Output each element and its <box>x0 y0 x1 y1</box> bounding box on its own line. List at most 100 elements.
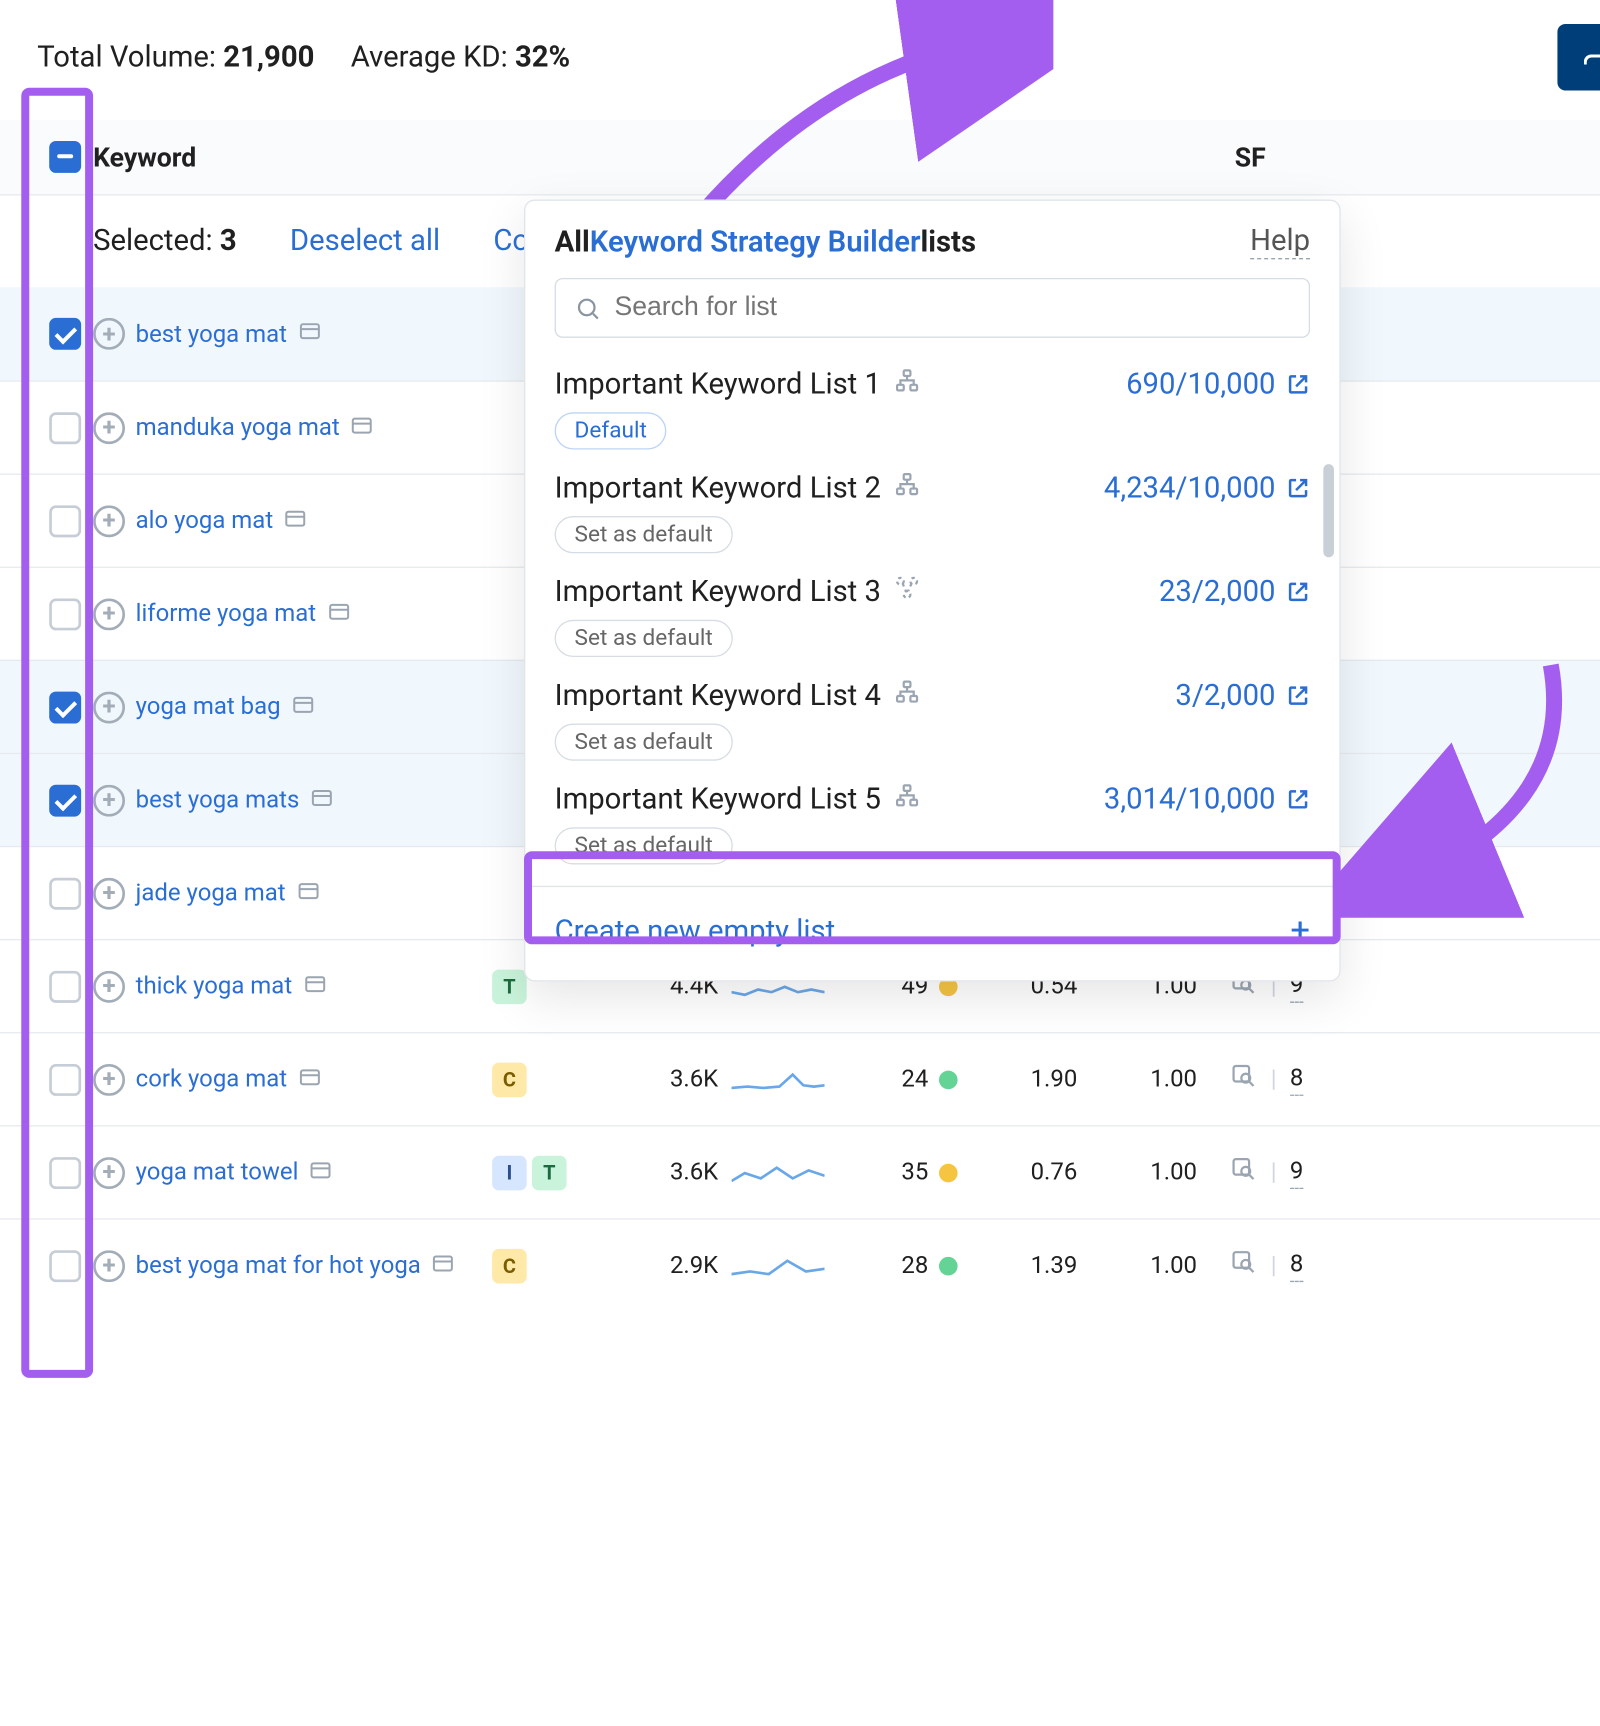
serp-features-icon[interactable] <box>431 1250 455 1282</box>
results-value: 5.3M <box>1303 879 1600 907</box>
keyword-link[interactable]: best yoga mats <box>136 786 300 814</box>
serp-search-icon[interactable] <box>1231 1063 1258 1096</box>
list-item[interactable]: Important Keyword List 2 4,234/10,000 Se… <box>525 458 1339 562</box>
serp-features-icon[interactable] <box>298 318 322 350</box>
serp-features-icon[interactable] <box>284 505 308 537</box>
serp-search-icon[interactable] <box>1231 1249 1258 1282</box>
open-external-icon <box>1286 580 1310 604</box>
hierarchy-icon <box>894 471 921 506</box>
results-value: 174M <box>1303 320 1600 348</box>
serp-features-icon[interactable] <box>298 1063 322 1095</box>
total-volume: Total Volume: 21,900 Average KD: 32% <box>37 41 570 74</box>
expand-row-icon[interactable]: + <box>93 1063 125 1095</box>
list-name: Important Keyword List 2 <box>555 471 881 504</box>
hierarchy-icon <box>894 678 921 713</box>
cpc-value: 1.39 <box>958 1252 1078 1280</box>
row-checkbox[interactable] <box>49 691 81 723</box>
keyword-link[interactable]: best yoga mat for hot yoga <box>136 1252 421 1280</box>
set-default-button[interactable]: Set as default <box>555 516 733 553</box>
ksb-link[interactable]: Keyword Strategy Builder <box>590 225 921 258</box>
list-search-input[interactable] <box>555 278 1310 338</box>
comd-value: 1.00 <box>1077 1158 1197 1186</box>
keyword-link[interactable]: yoga mat towel <box>136 1158 299 1186</box>
serp-features-icon[interactable] <box>350 412 374 444</box>
serp-features-icon[interactable] <box>291 691 315 723</box>
keyword-link[interactable]: best yoga mat <box>136 320 287 348</box>
keyword-link[interactable]: jade yoga mat <box>136 879 286 907</box>
kd-value: 24 <box>838 1065 958 1093</box>
keyword-link[interactable]: yoga mat bag <box>136 693 281 721</box>
volume-value: 3.6K <box>585 1158 718 1186</box>
expand-row-icon[interactable]: + <box>93 877 125 909</box>
open-external-icon <box>1286 787 1310 811</box>
set-default-button[interactable]: Set as default <box>555 620 733 657</box>
sf-count[interactable]: 8 <box>1290 1250 1303 1282</box>
expand-row-icon[interactable]: + <box>93 318 125 350</box>
serp-features-icon[interactable] <box>310 784 334 816</box>
sf-count[interactable]: 8 <box>1290 1063 1303 1095</box>
serp-features-icon[interactable] <box>309 1156 333 1188</box>
list-item[interactable]: Important Keyword List 5 3,014/10,000 Se… <box>525 769 1339 873</box>
keyword-link[interactable]: liforme yoga mat <box>136 600 316 628</box>
row-checkbox[interactable] <box>49 1063 81 1095</box>
list-item[interactable]: Important Keyword List 1 690/10,000 Defa… <box>525 354 1339 458</box>
keyword-link[interactable]: thick yoga mat <box>136 972 293 1000</box>
col-header-results[interactable]: Results <box>1303 141 1600 173</box>
list-count[interactable]: 690/10,000 <box>1126 368 1310 401</box>
send-keywords-button[interactable]: Send keywords <box>1557 24 1600 91</box>
serp-features-icon[interactable] <box>327 598 351 630</box>
results-value: 12.7M <box>1303 972 1600 1000</box>
create-new-list[interactable]: Create new empty list + <box>525 887 1339 956</box>
comd-value: 1.00 <box>1077 1065 1197 1093</box>
row-checkbox[interactable] <box>49 318 81 350</box>
row-checkbox[interactable] <box>49 877 81 909</box>
expand-row-icon[interactable]: + <box>93 691 125 723</box>
results-value: 283K <box>1303 600 1600 628</box>
row-checkbox[interactable] <box>49 1250 81 1282</box>
col-header-keyword[interactable]: Keyword <box>93 141 492 173</box>
keyword-link[interactable]: cork yoga mat <box>136 1065 287 1093</box>
list-count[interactable]: 3/2,000 <box>1175 679 1310 712</box>
intent-I-chip: I <box>492 1155 527 1190</box>
row-checkbox[interactable] <box>49 784 81 816</box>
keyword-link[interactable]: manduka yoga mat <box>136 414 340 442</box>
row-checkbox[interactable] <box>49 505 81 537</box>
serp-search-icon[interactable] <box>1231 1156 1258 1189</box>
keyword-link[interactable]: alo yoga mat <box>136 507 274 535</box>
expand-row-icon[interactable]: + <box>93 784 125 816</box>
set-default-button[interactable]: Set as default <box>555 724 733 761</box>
serp-features-icon[interactable] <box>303 970 327 1002</box>
dropdown-scrollbar[interactable] <box>1323 464 1334 557</box>
expand-row-icon[interactable]: + <box>93 412 125 444</box>
results-value: 30.4M <box>1303 693 1600 721</box>
expand-row-icon[interactable]: + <box>93 505 125 537</box>
hierarchy-icon <box>894 575 921 610</box>
expand-row-icon[interactable]: + <box>93 1250 125 1282</box>
list-count[interactable]: 4,234/10,000 <box>1104 471 1310 504</box>
hierarchy-icon <box>894 367 921 402</box>
select-all-checkbox[interactable] <box>49 141 81 173</box>
sf-count[interactable]: 9 <box>1290 1156 1303 1188</box>
kd-dot-icon <box>939 1163 958 1182</box>
deselect-all-link[interactable]: Deselect all <box>290 225 440 258</box>
list-count[interactable]: 23/2,000 <box>1159 575 1310 608</box>
set-default-button[interactable]: Set as default <box>555 827 733 864</box>
expand-row-icon[interactable]: + <box>93 1156 125 1188</box>
expand-row-icon[interactable]: + <box>93 970 125 1002</box>
intent-T-chip: T <box>492 969 527 1004</box>
row-checkbox[interactable] <box>49 970 81 1002</box>
row-checkbox[interactable] <box>49 1156 81 1188</box>
keyword-lists-dropdown: All Keyword Strategy Builder lists Help … <box>524 200 1341 982</box>
row-checkbox[interactable] <box>49 598 81 630</box>
list-count[interactable]: 3,014/10,000 <box>1104 783 1310 816</box>
trend-sparkline <box>718 1159 838 1186</box>
help-link[interactable]: Help <box>1250 225 1310 260</box>
serp-features-icon[interactable] <box>296 877 320 909</box>
results-value: 0 <box>1303 1252 1600 1280</box>
row-checkbox[interactable] <box>49 412 81 444</box>
col-header-sf[interactable]: SF <box>1197 141 1303 173</box>
list-item[interactable]: Important Keyword List 4 3/2,000 Set as … <box>525 665 1339 769</box>
list-item[interactable]: Important Keyword List 3 23/2,000 Set as… <box>525 561 1339 665</box>
plus-icon: + <box>1290 911 1310 951</box>
expand-row-icon[interactable]: + <box>93 598 125 630</box>
